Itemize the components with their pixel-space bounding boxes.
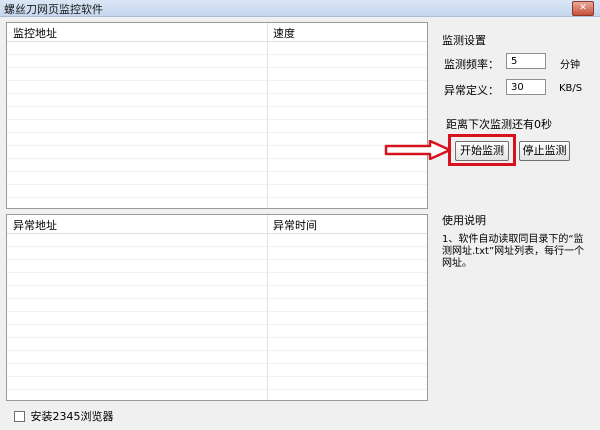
window-title: 螺丝刀网页监控软件	[4, 3, 103, 16]
install-browser-label[interactable]: 安装2345浏览器	[31, 410, 114, 423]
usage-title: 使用说明	[442, 214, 486, 227]
usage-text: 1、软件自动读取同目录下的“监测网址.txt”网址列表，每行一个网址。	[442, 234, 585, 269]
close-icon: ✕	[579, 3, 587, 13]
frequency-unit: 分钟	[560, 60, 580, 71]
column-header-speed[interactable]: 速度	[273, 25, 295, 41]
stop-monitor-button[interactable]: 停止监测	[519, 141, 570, 161]
monitor-list-body[interactable]	[7, 42, 427, 208]
error-list-body[interactable]	[7, 234, 427, 400]
frequency-label: 监测频率：	[444, 58, 499, 71]
error-list-header: 异常地址 异常时间	[7, 215, 427, 234]
anomaly-label: 异常定义：	[444, 84, 499, 97]
monitor-list[interactable]: 监控地址 速度	[6, 22, 428, 209]
install-browser-option[interactable]: 安装2345浏览器	[14, 408, 114, 424]
column-divider[interactable]	[267, 23, 268, 41]
column-divider[interactable]	[267, 215, 268, 233]
close-button[interactable]: ✕	[572, 1, 594, 16]
column-header-error-time[interactable]: 异常时间	[273, 217, 317, 233]
anomaly-unit: KB/S	[559, 83, 583, 94]
start-monitor-button[interactable]: 开始监测	[455, 141, 509, 161]
countdown-text: 距离下次监测还有0秒	[446, 118, 552, 131]
install-browser-checkbox[interactable]	[14, 410, 25, 422]
column-header-error-url[interactable]: 异常地址	[13, 217, 57, 233]
error-list[interactable]: 异常地址 异常时间	[6, 214, 428, 401]
arrow-right-icon	[384, 140, 452, 160]
column-divider	[267, 42, 268, 208]
title-bar: 螺丝刀网页监控软件 ✕	[0, 0, 600, 17]
frequency-input[interactable]	[506, 53, 546, 69]
column-header-monitor-url[interactable]: 监控地址	[13, 25, 57, 41]
monitor-list-header: 监控地址 速度	[7, 23, 427, 42]
settings-title: 监测设置	[442, 34, 486, 47]
anomaly-input[interactable]	[506, 79, 546, 95]
column-divider	[267, 234, 268, 400]
